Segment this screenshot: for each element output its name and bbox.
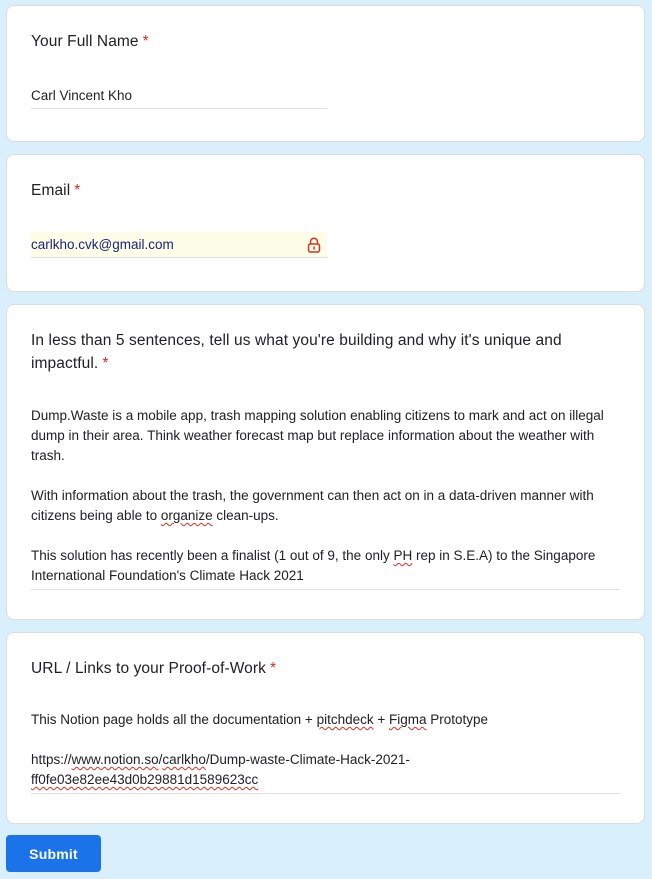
- question-title-text: Your Full Name: [31, 33, 139, 50]
- description-textarea[interactable]: Dump.Waste is a mobile app, trash mappin…: [31, 406, 620, 590]
- answer-paragraph-2: With information about the trash, the go…: [31, 488, 594, 523]
- email-value: carlkho.cvk@gmail.com: [31, 237, 174, 252]
- email-input[interactable]: carlkho.cvk@gmail.com: [31, 232, 327, 258]
- question-card-proof-of-work: URL / Links to your Proof-of-Work * This …: [6, 632, 645, 824]
- question-title: Your Full Name *: [31, 30, 604, 53]
- required-asterisk: *: [74, 182, 81, 199]
- proof-of-work-textarea[interactable]: This Notion page holds all the documenta…: [31, 710, 620, 794]
- answer-paragraph-1: Dump.Waste is a mobile app, trash mappin…: [31, 408, 604, 463]
- answer-paragraph-3: This solution has recently been a finali…: [31, 548, 596, 583]
- spellcheck-word: pitchdeck: [316, 712, 374, 727]
- required-asterisk: *: [102, 355, 109, 372]
- question-title-text: Email: [31, 182, 71, 199]
- question-card-description: In less than 5 sentences, tell us what y…: [6, 304, 645, 620]
- full-name-input[interactable]: Carl Vincent Kho: [31, 83, 327, 109]
- question-card-email: Email * carlkho.cvk@gmail.com: [6, 154, 645, 292]
- question-title: In less than 5 sentences, tell us what y…: [31, 329, 604, 375]
- spellcheck-word: organize: [160, 508, 213, 523]
- question-title: URL / Links to your Proof-of-Work *: [31, 657, 604, 680]
- spellcheck-word: Figma: [389, 712, 427, 727]
- question-title-text: URL / Links to your Proof-of-Work: [31, 660, 267, 677]
- required-asterisk: *: [142, 33, 149, 50]
- question-title: Email *: [31, 179, 604, 202]
- question-card-full-name: Your Full Name * Carl Vincent Kho: [6, 5, 645, 142]
- submit-button[interactable]: Submit: [6, 835, 101, 872]
- answer-paragraph-1: This Notion page holds all the documenta…: [31, 712, 489, 727]
- answer-url: https://www.notion.so/carlkho/Dump-waste…: [31, 752, 410, 787]
- spellcheck-word: PH: [393, 548, 413, 563]
- full-name-value: Carl Vincent Kho: [31, 88, 133, 103]
- required-asterisk: *: [270, 660, 277, 677]
- lock-icon[interactable]: [307, 237, 321, 253]
- question-title-text: In less than 5 sentences, tell us what y…: [31, 332, 562, 372]
